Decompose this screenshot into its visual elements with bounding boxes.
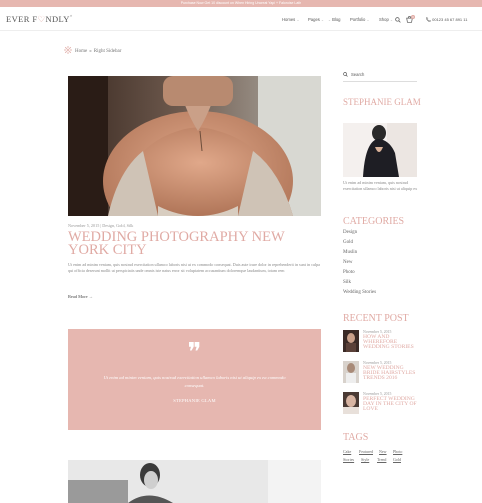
nav-item-shop[interactable]: Shop ⌄ <box>379 17 393 22</box>
breadcrumb-separator: » <box>89 49 92 54</box>
quote-text: Ut enim ad minim veniam, quis nostrud ex… <box>103 375 286 388</box>
logo-text-right: NDLY <box>45 14 70 24</box>
quote-post: ❞ Ut enim ad minim veniam, quis nostrud … <box>68 329 321 430</box>
category-item[interactable]: New <box>343 260 352 265</box>
chevron-down-icon: ⌄ <box>366 18 370 22</box>
recent-post-thumb <box>343 330 359 352</box>
nav-label: Pages <box>308 17 320 22</box>
phone-contact[interactable]: 00123 45 67 891 11 <box>425 17 468 23</box>
tag-item[interactable]: New <box>379 449 387 454</box>
recent-post-item[interactable]: November 5, 2015 PERFECT WEDDING DAY IN … <box>343 392 423 416</box>
post-excerpt: Ut enim ad minim veniam, quis nostrud ex… <box>68 262 320 273</box>
read-more-link[interactable]: Read More → <box>68 294 93 299</box>
phone-icon <box>425 17 432 23</box>
chevron-down-icon: ⌄ <box>321 18 324 22</box>
about-text: Ut enim ad minim veniam, quis nostrud ex… <box>343 180 418 191</box>
tag-item[interactable]: Trend <box>377 457 386 462</box>
category-item[interactable]: Photo <box>343 270 355 275</box>
tag-item[interactable]: Style <box>361 457 369 462</box>
site-header: EVER F♡NDLY® Homes ⌄ Pages ⌄ ⌄ Blog Port… <box>0 7 482 31</box>
category-item[interactable]: Wedding Stories <box>343 290 376 295</box>
chevron-down-icon: ⌄ <box>389 18 393 22</box>
nav-label: Blog <box>332 17 341 22</box>
category-item[interactable]: Muslin <box>343 250 357 255</box>
promo-text: Purchase Now Get 10 discount on When Hir… <box>180 1 302 5</box>
categories-title: CATEGORIES <box>343 216 405 227</box>
arrow-right-icon: → <box>88 294 94 299</box>
about-photo <box>343 123 417 177</box>
breadcrumb: Home» Right Sidebar <box>64 46 121 54</box>
nav-label: Homes <box>282 17 296 22</box>
post-title[interactable]: WEDDING PHOTOGRAPHY NEW YORK CITY <box>68 230 323 257</box>
post-meta: November 5, 2015 | Design, Gold, Silk <box>68 223 134 228</box>
recent-post-title: NEW WEDDING BRIDE HAIRSTYLES TRENDS 2016 <box>363 365 416 382</box>
read-more-label: Read More <box>68 294 88 299</box>
category-item[interactable]: Design <box>343 230 357 235</box>
search-input[interactable]: Search <box>351 72 364 77</box>
tag-item[interactable]: Cake <box>343 449 351 454</box>
logo-trademark: ® <box>69 14 73 18</box>
nav-item-homes[interactable]: Homes ⌄ <box>282 17 299 22</box>
recent-post-item[interactable]: November 5, 2015 HOW AND WHEREFORE WEDDI… <box>343 330 423 354</box>
recent-post-thumb <box>343 392 359 414</box>
quote-author: STEPHANIE GLAM <box>173 398 216 403</box>
post-featured-image-2[interactable] <box>68 460 321 503</box>
chevron-down-icon: ⌄ <box>328 18 331 22</box>
quote-icon: ❞ <box>187 338 202 368</box>
about-widget-title: STEPHANIE GLAM <box>343 97 421 107</box>
breadcrumb-current: Right Sidebar <box>93 49 122 54</box>
sidebar-search[interactable]: Search <box>343 70 417 82</box>
phone-number: 00123 45 67 891 11 <box>432 17 468 22</box>
nav-label: Portfolio <box>350 17 366 22</box>
search-icon <box>343 72 348 77</box>
tags-title: TAGS <box>343 432 369 443</box>
recent-posts-title: RECENT POST <box>343 313 409 324</box>
promo-topbar: Purchase Now Get 10 discount on When Hir… <box>0 0 482 7</box>
search-icon[interactable] <box>395 17 401 23</box>
cart-count-badge: 0 <box>411 15 415 19</box>
tag-item[interactable]: Gold <box>393 457 401 462</box>
nav-item-blog[interactable]: ⌄ Blog <box>328 17 341 22</box>
site-logo[interactable]: EVER F♡NDLY® <box>6 14 73 25</box>
category-item[interactable]: Silk <box>343 280 351 285</box>
logo-text-left: EVER F <box>6 14 38 24</box>
tag-item[interactable]: Featured <box>359 449 373 454</box>
bw-portrait-photo <box>68 460 321 503</box>
flower-icon <box>64 46 72 54</box>
nav-label: Shop <box>379 17 389 22</box>
chevron-down-icon: ⌄ <box>296 18 300 22</box>
recent-post-thumb <box>343 361 359 383</box>
recent-post-title: HOW AND WHEREFORE WEDDING STORIES <box>363 334 414 351</box>
tag-item[interactable]: Photo <box>393 449 402 454</box>
tag-item[interactable]: Stories <box>343 457 354 462</box>
category-item[interactable]: Gold <box>343 240 353 245</box>
nav-item-pages[interactable]: Pages ⌄ <box>308 17 324 22</box>
recent-post-title: PERFECT WEDDING DAY IN THE CITY OF LOVE <box>363 396 417 413</box>
recent-post-item[interactable]: November 5, 2015 NEW WEDDING BRIDE HAIRS… <box>343 361 423 385</box>
nav-item-portfolio[interactable]: Portfolio ⌄ <box>350 17 369 22</box>
post-featured-image[interactable] <box>68 76 321 216</box>
breadcrumb-home[interactable]: Home <box>75 49 87 54</box>
bride-back-photo <box>68 76 321 216</box>
